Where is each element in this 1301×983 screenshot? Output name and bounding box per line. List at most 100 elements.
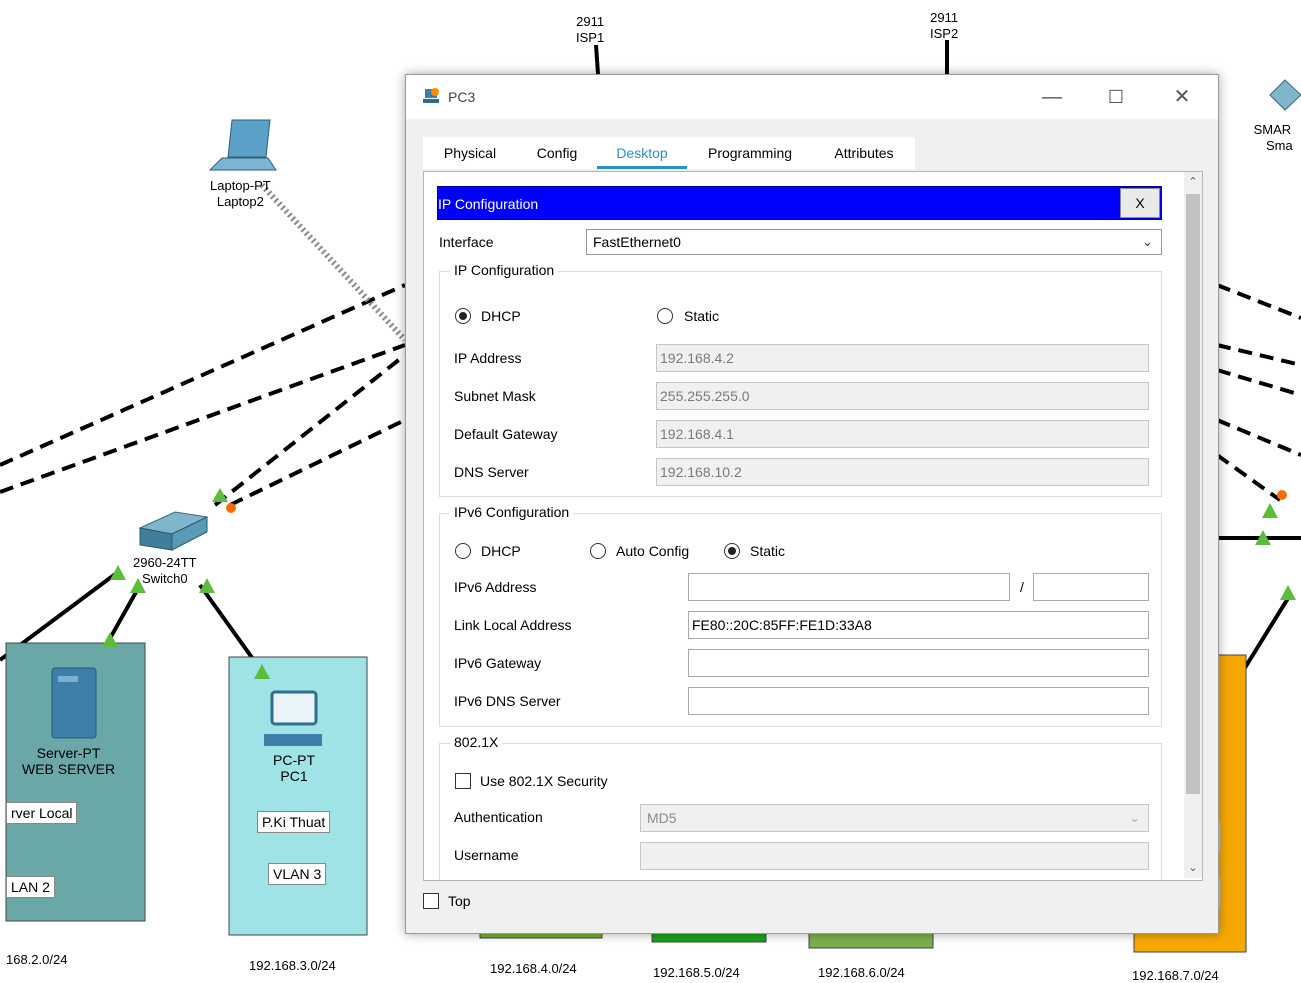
ip-config-header: IP Configuration X bbox=[437, 186, 1162, 220]
ipv6-auto-config-radio[interactable] bbox=[590, 543, 606, 559]
ipv6-address-label: IPv6 Address bbox=[454, 579, 537, 595]
tab-config[interactable]: Config bbox=[517, 137, 597, 169]
laptop-label: Laptop-PT Laptop2 bbox=[210, 178, 271, 210]
maximize-button[interactable]: ☐ bbox=[1086, 75, 1146, 119]
authentication-select[interactable]: MD5 ⌄ bbox=[640, 804, 1149, 832]
tab-desktop[interactable]: Desktop bbox=[597, 137, 687, 169]
server-tag: rver Local bbox=[6, 802, 78, 824]
scrollbar-thumb[interactable] bbox=[1186, 194, 1200, 794]
server-network: 168.2.0/24 bbox=[6, 952, 68, 967]
dot1x-group: 802.1X Use 802.1X Security Authenticatio… bbox=[439, 734, 1162, 880]
pc1-network: 192.168.3.0/24 bbox=[249, 958, 336, 973]
laptop-model: Laptop-PT bbox=[210, 178, 271, 193]
tab-programming[interactable]: Programming bbox=[687, 137, 813, 169]
ipv4-dhcp-label[interactable]: DHCP bbox=[481, 308, 521, 324]
authentication-label: Authentication bbox=[454, 809, 543, 825]
switch-icon bbox=[138, 511, 209, 551]
ipv6-static-label[interactable]: Static bbox=[750, 543, 785, 559]
scroll-up-icon[interactable]: ⌃ bbox=[1184, 172, 1202, 192]
use-dot1x-checkbox[interactable] bbox=[455, 773, 471, 789]
ipv4-static-label[interactable]: Static bbox=[684, 308, 719, 324]
username-field[interactable] bbox=[640, 842, 1149, 870]
ip-address-label: IP Address bbox=[454, 350, 522, 366]
pc3-window: PC3 — ☐ ✕ Physical Config Desktop Progra… bbox=[405, 74, 1219, 934]
isp2-model: 2911 bbox=[930, 10, 959, 25]
use-dot1x-label[interactable]: Use 802.1X Security bbox=[480, 773, 608, 789]
chevron-down-icon: ⌄ bbox=[1142, 234, 1153, 249]
dns-server-field[interactable]: 192.168.10.2 bbox=[656, 458, 1149, 486]
link-local-address-field[interactable]: FE80::20C:85FF:FE1D:33A8 bbox=[688, 611, 1149, 639]
subnet-mask-field[interactable]: 255.255.255.0 bbox=[656, 382, 1149, 410]
pc-icon bbox=[264, 690, 322, 746]
isp2-label: 2911 ISP2 bbox=[930, 10, 958, 42]
top-checkbox[interactable] bbox=[423, 893, 439, 909]
pc1-tag: P.Ki Thuat bbox=[257, 811, 331, 833]
interface-label: Interface bbox=[439, 234, 494, 250]
authentication-value: MD5 bbox=[647, 810, 677, 826]
subnet-mask-label: Subnet Mask bbox=[454, 388, 536, 404]
switch-name: Switch0 bbox=[142, 571, 188, 586]
network-label-5: 192.168.5.0/24 bbox=[653, 965, 740, 980]
minimize-button[interactable]: — bbox=[1022, 75, 1082, 119]
tab-attributes[interactable]: Attributes bbox=[813, 137, 915, 169]
ipv4-dhcp-radio[interactable] bbox=[455, 308, 471, 324]
server-vlan-tag: LAN 2 bbox=[6, 876, 55, 898]
pc-app-icon bbox=[423, 88, 439, 103]
network-label-7: 192.168.7.0/24 bbox=[1132, 968, 1219, 983]
window-title: PC3 bbox=[448, 89, 476, 105]
network-label-4: 192.168.4.0/24 bbox=[490, 961, 577, 976]
ipv6-prefix-field[interactable] bbox=[1033, 573, 1149, 601]
ipv6-gateway-label: IPv6 Gateway bbox=[454, 655, 542, 671]
laptop-icon bbox=[208, 119, 277, 171]
pc1-label: PC-PT PC1 bbox=[273, 752, 315, 784]
default-gateway-field[interactable]: 192.168.4.1 bbox=[656, 420, 1149, 448]
pc1-model: PC-PT bbox=[273, 752, 315, 768]
ip-configuration-panel: IP Configuration X Interface FastEtherne… bbox=[423, 171, 1203, 881]
ipv6-auto-config-label[interactable]: Auto Config bbox=[616, 543, 689, 559]
dot1x-group-title: 802.1X bbox=[450, 734, 503, 750]
ipv4-static-radio[interactable] bbox=[657, 308, 673, 324]
ipv6-dns-server-label: IPv6 DNS Server bbox=[454, 693, 561, 709]
interface-select[interactable]: FastEthernet0 ⌄ bbox=[586, 229, 1162, 255]
scroll-down-icon[interactable]: ⌄ bbox=[1184, 858, 1202, 878]
tab-bar: Physical Config Desktop Programming Attr… bbox=[423, 137, 915, 169]
title-bar[interactable]: PC3 — ☐ ✕ bbox=[406, 75, 1218, 119]
link-local-address-label: Link Local Address bbox=[454, 617, 572, 633]
ip-config-close-button[interactable]: X bbox=[1120, 188, 1160, 218]
default-gateway-label: Default Gateway bbox=[454, 426, 558, 442]
ipv6-dhcp-radio[interactable] bbox=[455, 543, 471, 559]
tab-physical[interactable]: Physical bbox=[423, 137, 517, 169]
switch-model: 2960-24TT bbox=[133, 555, 197, 570]
smart-device-label: SMAR Sma bbox=[1252, 122, 1293, 154]
ipv6-prefix-separator: / bbox=[1020, 579, 1024, 595]
interface-value: FastEthernet0 bbox=[593, 234, 681, 250]
ipv4-group-title: IP Configuration bbox=[450, 262, 559, 278]
switch-label: 2960-24TT Switch0 bbox=[133, 555, 197, 587]
server-model: Server-PT bbox=[36, 745, 101, 761]
vertical-scrollbar[interactable]: ⌃ ⌄ bbox=[1184, 172, 1202, 878]
ip-config-header-title: IP Configuration bbox=[438, 196, 539, 212]
isp1-name: ISP1 bbox=[576, 30, 605, 45]
pc1-name: PC1 bbox=[280, 768, 308, 784]
ipv6-group-title: IPv6 Configuration bbox=[450, 504, 574, 520]
ipv6-gateway-field[interactable] bbox=[688, 649, 1149, 677]
ipv6-static-radio[interactable] bbox=[724, 543, 740, 559]
top-label[interactable]: Top bbox=[448, 893, 471, 909]
smart-line2: Sma bbox=[1266, 138, 1293, 153]
network-label-6: 192.168.6.0/24 bbox=[818, 965, 905, 980]
ipv6-address-field[interactable] bbox=[688, 573, 1010, 601]
chevron-down-icon: ⌄ bbox=[1129, 810, 1140, 825]
close-button[interactable]: ✕ bbox=[1152, 75, 1212, 119]
server-name: WEB SERVER bbox=[22, 761, 116, 777]
isp1-model: 2911 bbox=[576, 14, 605, 29]
ipv6-dhcp-label[interactable]: DHCP bbox=[481, 543, 521, 559]
isp2-name: ISP2 bbox=[930, 26, 959, 41]
smart-line1: SMAR bbox=[1253, 122, 1292, 137]
server-icon bbox=[51, 667, 97, 739]
server-label: Server-PT WEB SERVER bbox=[22, 745, 115, 777]
isp1-label: 2911 ISP1 bbox=[576, 14, 604, 46]
ipv6-dns-server-field[interactable] bbox=[688, 687, 1149, 715]
ip-address-field[interactable]: 192.168.4.2 bbox=[656, 344, 1149, 372]
ipv6-group: IPv6 Configuration DHCP Auto Config Stat… bbox=[439, 504, 1162, 727]
ipv4-group: IP Configuration DHCP Static IP Address … bbox=[439, 262, 1162, 497]
